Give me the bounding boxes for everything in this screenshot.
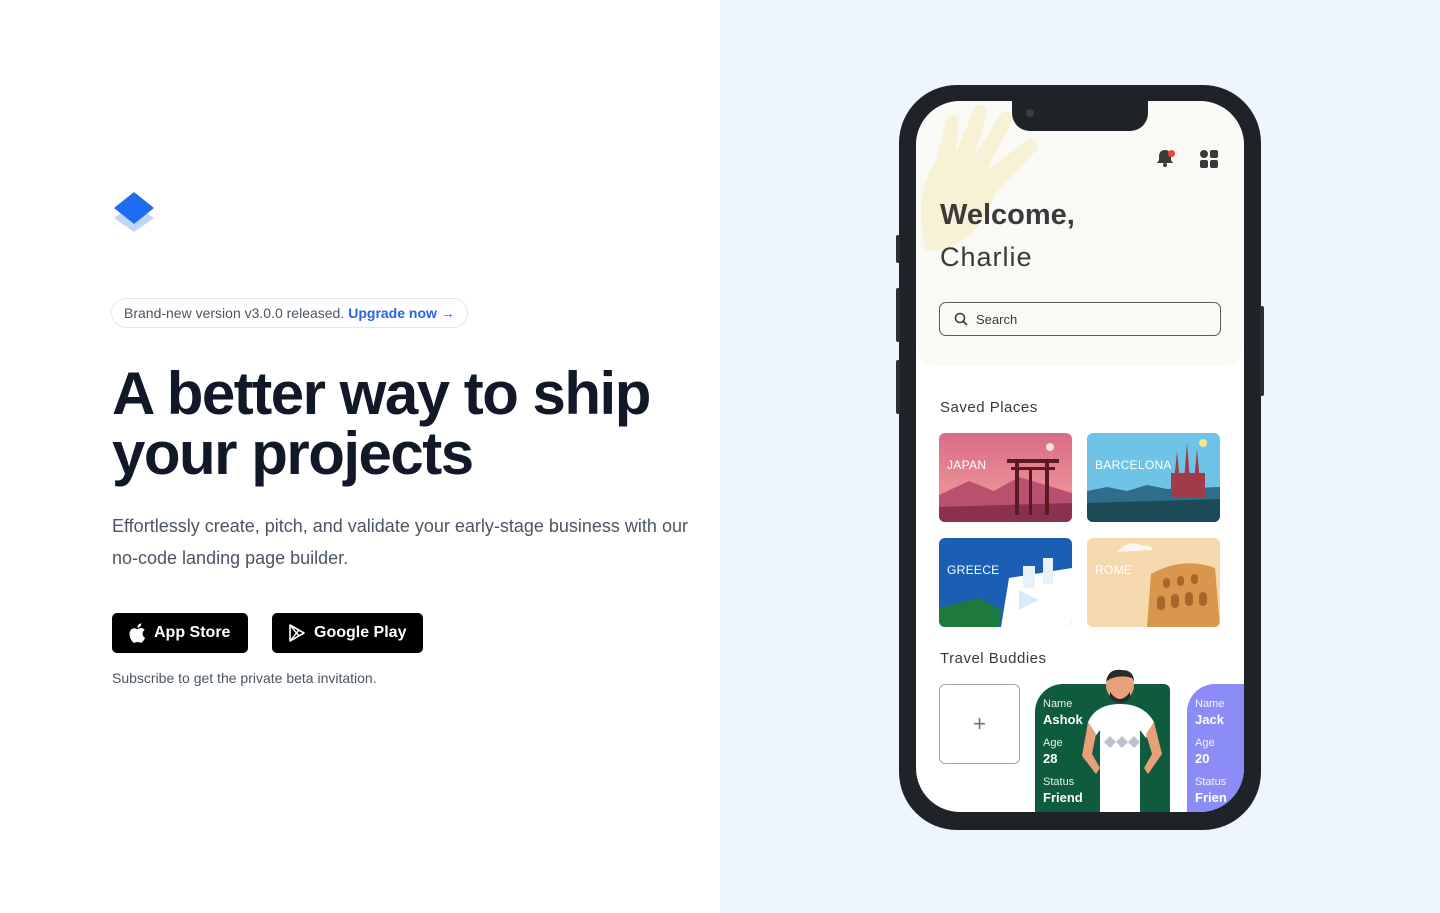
apple-icon — [129, 623, 145, 643]
title-line-2: your projects — [112, 420, 474, 487]
add-buddy-button[interactable]: + — [939, 684, 1020, 764]
google-play-button[interactable]: Google Play — [272, 613, 423, 653]
announcement-pill[interactable]: Brand-new version v3.0.0 released. Upgra… — [111, 298, 468, 328]
place-card-barcelona[interactable]: BARCELONA — [1087, 433, 1220, 522]
title-line-1: A better way to ship — [112, 360, 651, 427]
page-title: A better way to ship your projects — [112, 364, 712, 484]
saved-places-title: Saved Places — [940, 399, 1038, 416]
app-store-button[interactable]: App Store — [112, 613, 248, 653]
place-label: BARCELONA — [1095, 458, 1172, 472]
place-card-rome[interactable]: ROME — [1087, 538, 1220, 627]
search-input[interactable]: Search — [939, 302, 1221, 336]
announcement-text: Brand-new version v3.0.0 released. — [124, 305, 345, 321]
camera-icon — [1026, 109, 1034, 117]
buddy-avatar-illustration — [1082, 669, 1162, 812]
beta-note: Subscribe to get the private beta invita… — [112, 670, 377, 686]
welcome-panel: Welcome, Charlie Search — [916, 101, 1244, 366]
notification-dot — [1168, 150, 1175, 157]
phone-notch — [1012, 101, 1148, 131]
logo-icon[interactable] — [112, 190, 156, 238]
app-store-label: App Store — [154, 624, 231, 641]
upgrade-link[interactable]: Upgrade now → — [348, 305, 455, 321]
buddy-status: Frien — [1195, 790, 1227, 805]
place-card-japan[interactable]: JAPAN — [939, 433, 1072, 522]
google-play-label: Google Play — [314, 624, 407, 641]
place-label: JAPAN — [947, 458, 987, 472]
welcome-heading: Welcome, — [940, 199, 1075, 231]
buddy-name-label: Name — [1195, 698, 1225, 710]
travel-buddies-title: Travel Buddies — [940, 650, 1047, 667]
barcelona-illustration — [1087, 433, 1220, 522]
phone-side-button — [896, 288, 900, 342]
japan-illustration — [939, 433, 1072, 522]
user-name: Charlie — [940, 242, 1033, 272]
phone-side-button — [896, 235, 900, 263]
place-card-greece[interactable]: GREECE — [939, 538, 1072, 627]
search-icon — [954, 312, 968, 326]
phone-screen: Welcome, Charlie Search Saved Places JAP… — [916, 101, 1244, 812]
rome-illustration — [1087, 538, 1220, 627]
grid-icon[interactable] — [1199, 149, 1219, 169]
hero-section: Brand-new version v3.0.0 released. Upgra… — [0, 0, 720, 913]
buddy-name: Jack — [1195, 712, 1224, 727]
phone-side-button — [896, 360, 900, 414]
phone-power-button — [1260, 306, 1264, 396]
greece-illustration — [939, 538, 1072, 627]
buddy-card-jack[interactable]: Name Jack Age 20 Status Frien — [1187, 684, 1244, 812]
place-label: GREECE — [947, 563, 1000, 577]
place-label: ROME — [1095, 563, 1133, 577]
hero-subtitle: Effortlessly create, pitch, and validate… — [112, 516, 688, 568]
buddy-age-label: Age — [1195, 737, 1215, 749]
google-play-icon — [289, 624, 305, 642]
buddy-age: 20 — [1195, 751, 1210, 766]
search-placeholder: Search — [976, 311, 1018, 327]
buddy-status-label: Status — [1195, 776, 1227, 788]
